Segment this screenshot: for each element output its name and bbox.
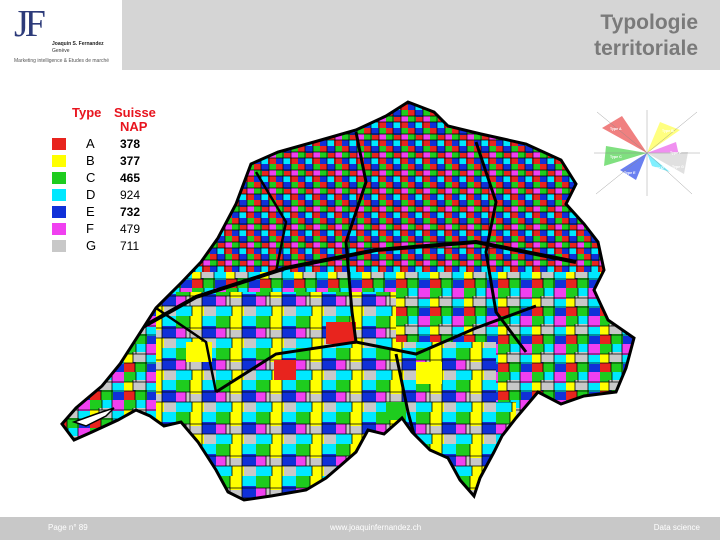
legend-header-suisse: Suisse [114, 105, 156, 120]
legend-count: 377 [120, 154, 141, 168]
title-line-1: Typologie [600, 11, 698, 34]
legend-swatch [52, 189, 66, 201]
legend-row-b: B 377 [52, 153, 172, 169]
website-link[interactable]: www.joaquinfernandez.ch [330, 523, 421, 532]
legend-count: 465 [120, 171, 141, 185]
legend-count: 711 [120, 239, 140, 253]
legend-header-nap: NAP [120, 119, 148, 134]
legend-type-letter: B [86, 153, 95, 168]
legend-row-d: D 924 [52, 187, 172, 203]
legend-count: 732 [120, 205, 141, 219]
slide-header: JF Joaquin S. Fernandez Genève Marketing… [0, 0, 720, 70]
diagram-label-f: Type F [670, 151, 682, 155]
slide-footer: Page n° 89 www.joaquinfernandez.ch Data … [0, 517, 720, 540]
legend-count: 378 [120, 137, 141, 151]
legend-row-e: E 732 [52, 204, 172, 220]
legend-swatch [52, 172, 66, 184]
legend-swatch [52, 223, 66, 235]
legend-swatch [52, 138, 66, 150]
diagram-label-e: Type E [624, 171, 636, 175]
legend-type-letter: D [86, 187, 96, 202]
legend-type-letter: E [86, 204, 95, 219]
legend-header-type: Type [72, 105, 102, 120]
diagram-label-a: Type A [610, 127, 622, 131]
legend-row-a: A 378 [52, 136, 172, 152]
title-line-2: territoriale [594, 37, 698, 60]
legend-type-letter: A [86, 136, 95, 151]
legend-type-letter: G [86, 238, 97, 253]
logo-name: Joaquin S. Fernandez [52, 41, 104, 47]
legend-swatch [52, 240, 66, 252]
legend-row-c: C 465 [52, 170, 172, 186]
diagram-label-c: Type C [610, 155, 622, 159]
diagram-label-d: Type D [652, 166, 664, 170]
logo: JF Joaquin S. Fernandez Genève Marketing… [0, 0, 122, 70]
legend-count: 924 [120, 188, 141, 202]
legend-swatch [52, 206, 66, 218]
legend-swatch [52, 155, 66, 167]
footer-topic: Data science [653, 523, 700, 532]
legend-row-f: F 479 [52, 221, 172, 237]
logo-mark: JF [14, 3, 46, 45]
typology-diagram: Type A Type B Type C Type D Type E Type … [594, 110, 700, 196]
diagram-label-g: Type G [672, 165, 684, 169]
legend-type-letter: C [86, 170, 96, 185]
legend-count: 479 [120, 222, 141, 236]
legend-type-letter: F [86, 221, 94, 236]
slide-title: Typologie territoriale [594, 10, 698, 62]
page-number: Page n° 89 [48, 523, 88, 532]
logo-city: Genève [52, 48, 70, 54]
diagram-label-b: Type B [662, 129, 674, 133]
legend-row-g: G 711 [52, 238, 172, 254]
logo-tagline: Marketing intelligence & Etudes de march… [14, 58, 110, 64]
